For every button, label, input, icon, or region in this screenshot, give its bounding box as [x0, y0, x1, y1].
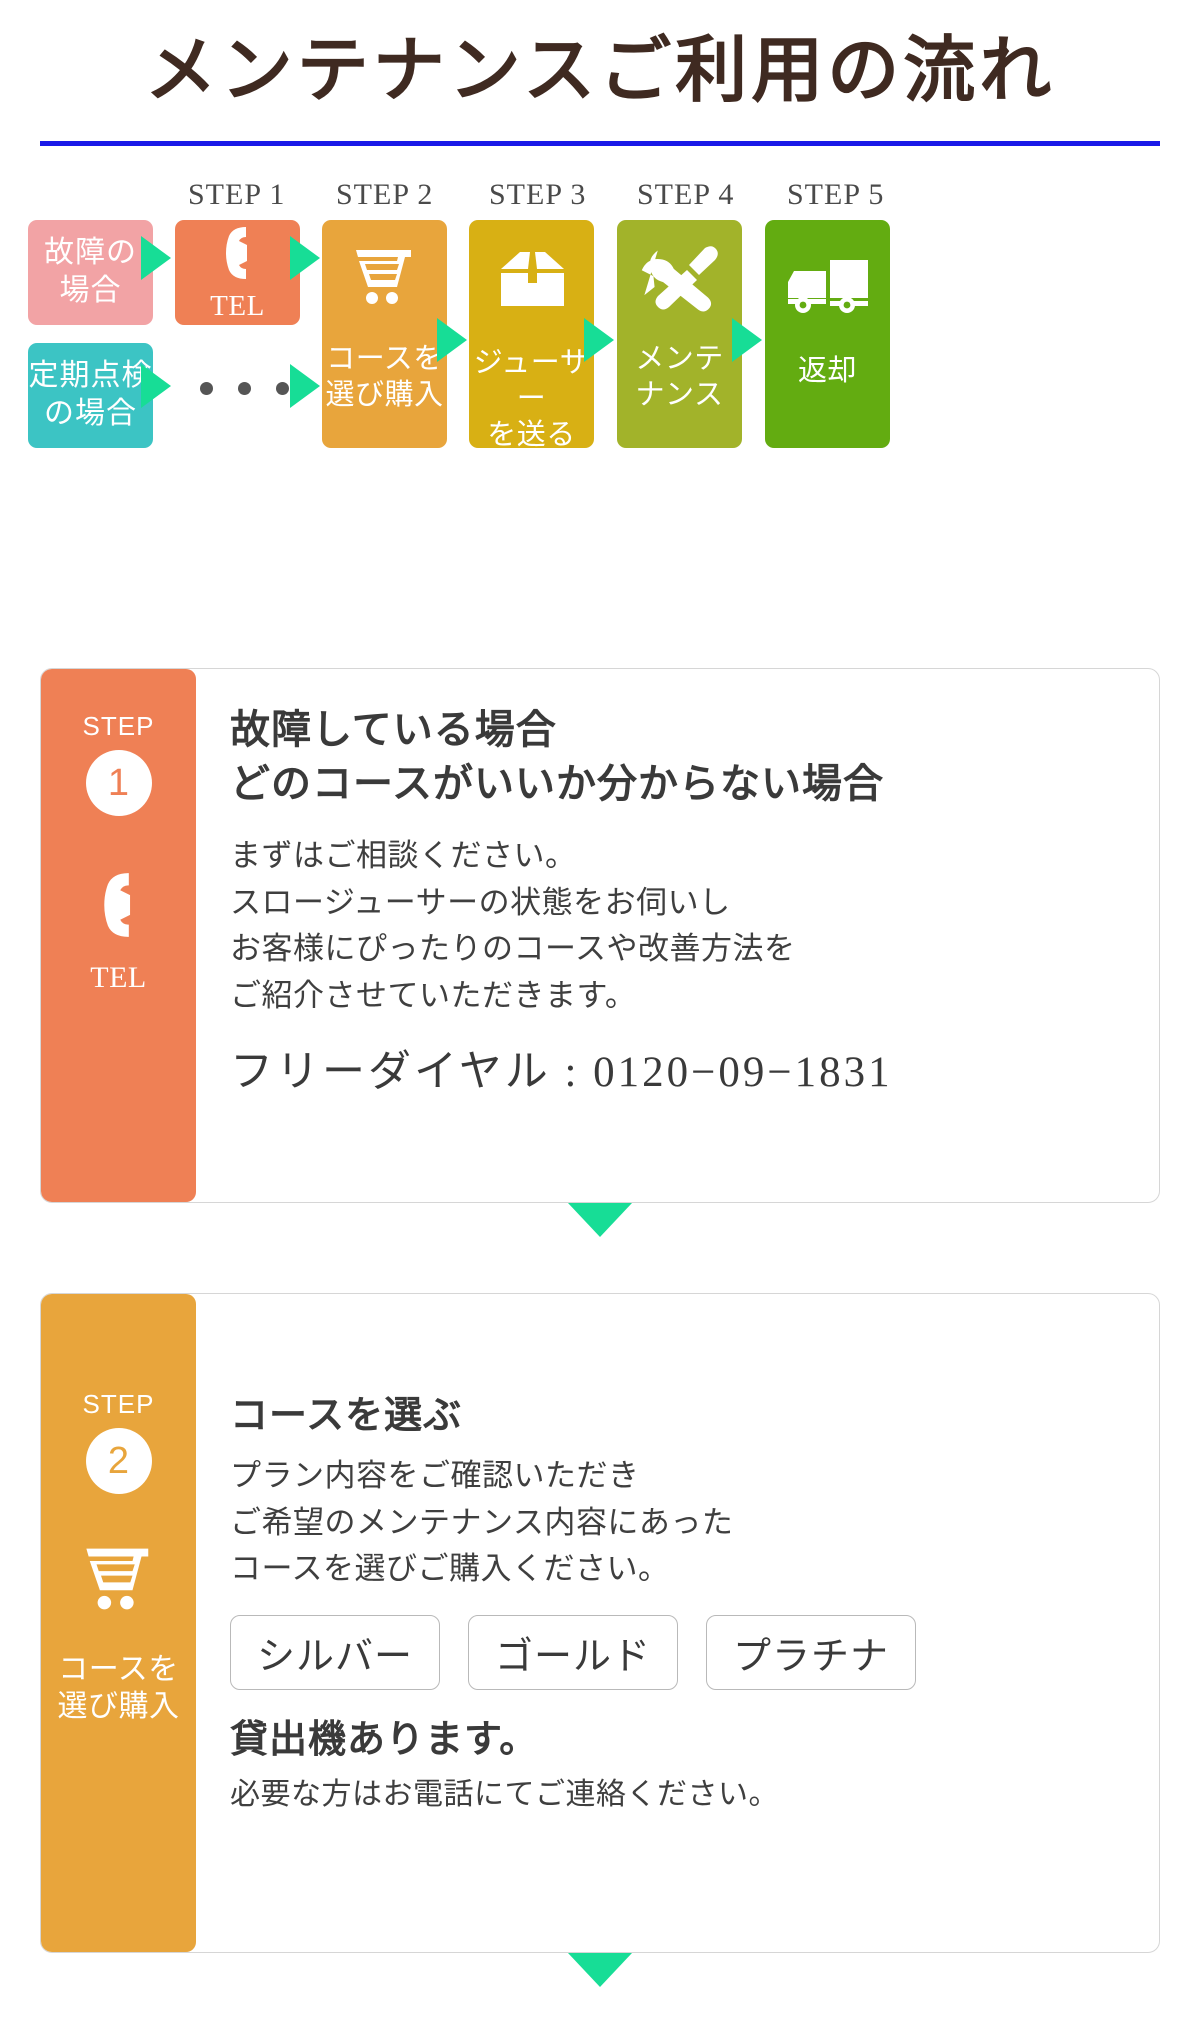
step-number-2: 2	[85, 1428, 152, 1494]
step-card-2-body: コースを選ぶ プラン内容をご確認いただき ご希望のメンテナンス内容にあった コー…	[196, 1294, 1159, 1952]
step-caption-1: TEL	[90, 961, 147, 994]
arrow-step3-to-step4	[584, 317, 614, 362]
arrow-step2-to-step3	[437, 317, 467, 362]
step-number-1: 1	[85, 750, 152, 816]
arrow-dots-to-step2	[290, 363, 320, 408]
rental-heading: 貸出機あります。	[230, 1718, 539, 1761]
condition-tile-breakdown[interactable]: 故障の 場合	[28, 219, 153, 325]
condition-label-breakdown: 故障の 場合	[44, 235, 137, 308]
flow-tile-step1[interactable]: TEL	[175, 219, 300, 325]
condition-tile-inspection[interactable]: 定期点検 の場合	[28, 342, 153, 448]
step-word-2: STEP	[82, 1389, 155, 1419]
step-card-2-text: プラン内容をご確認いただき ご希望のメンテナンス内容にあった コースを選びご購入…	[230, 1458, 734, 1586]
step-word-1: STEP	[82, 711, 155, 741]
step-card-2: STEP 2 コースを 選び購入 コースを選ぶ プラン内容をご確認いただき ご希…	[40, 1293, 1160, 1953]
flow-tile-step3[interactable]: ジューサー を送る	[469, 219, 594, 451]
arrow-inspection-to-dots	[141, 363, 171, 408]
arrow-step4-to-step5	[732, 317, 762, 362]
step-header-4: STEP 4	[637, 177, 735, 211]
freedial-number[interactable]: フリーダイヤル : 0120−09−1831	[230, 1037, 1129, 1099]
path-dot-3	[276, 381, 289, 395]
arrow-breakdown-to-step1	[141, 235, 171, 280]
flow-label-step4: メンテ ナンス	[635, 342, 724, 412]
path-dot-2	[238, 381, 251, 395]
phone-icon	[216, 224, 260, 287]
step-header-5: STEP 5	[787, 177, 885, 211]
down-arrow-2	[568, 1953, 632, 1987]
step-card-1-heading: 故障している場合 どのコースがいいか分からない場合	[230, 707, 884, 806]
flow-tile-step4[interactable]: メンテ ナンス	[617, 219, 742, 448]
phone-icon	[92, 868, 146, 942]
step-header-2: STEP 2	[336, 177, 434, 211]
flow-tile-step2[interactable]: コースを 選び購入	[322, 219, 447, 448]
flow-label-step5: 返却	[797, 354, 857, 387]
path-dot-1	[200, 381, 213, 395]
page-title: メンテナンスご利用の流れ	[144, 31, 1056, 111]
step-card-1-text: まずはご相談ください。 スロージューサーの状態をお伺いし お客様にぴったりのコー…	[230, 838, 796, 1013]
box-icon	[498, 250, 566, 315]
flow-label-step1: TEL	[210, 289, 265, 322]
arrow-step1-to-step2	[290, 235, 320, 280]
tools-icon	[641, 242, 719, 319]
course-button-silver[interactable]: シルバー	[230, 1614, 441, 1690]
step-card-2-heading: コースを選ぶ	[230, 1395, 463, 1437]
flow-label-step2: コースを 選び購入	[325, 342, 444, 412]
flow-tile-step5[interactable]: 返却	[765, 219, 890, 448]
condition-label-inspection: 定期点検 の場合	[28, 358, 153, 431]
step-card-1-sidebar: STEP 1 TEL	[41, 669, 196, 1202]
step-caption-2: コースを 選び購入	[57, 1653, 180, 1723]
course-options: シルバー ゴールド プラチナ	[230, 1614, 1129, 1690]
course-button-gold[interactable]: ゴールド	[468, 1614, 679, 1690]
step-card-1-body: 故障している場合 どのコースがいいか分からない場合 まずはご相談ください。 スロ…	[196, 669, 1159, 1202]
cart-icon	[353, 248, 417, 311]
flow-diagram: STEP 1 STEP 2 STEP 3 STEP 4 STEP 5 故障の 場…	[0, 168, 1200, 498]
step-header-3: STEP 3	[489, 177, 587, 211]
step-card-1: STEP 1 TEL 故障している場合 どのコースがいいか分からない場合 まずは…	[40, 668, 1160, 1203]
cart-icon	[83, 1546, 155, 1612]
truck-icon	[786, 258, 870, 319]
step-header-1: STEP 1	[188, 177, 286, 211]
step-card-2-sidebar: STEP 2 コースを 選び購入	[41, 1294, 196, 1952]
rental-text: 必要な方はお電話にてご連絡ください。	[230, 1777, 779, 1811]
down-arrow-1	[568, 1203, 632, 1237]
course-button-platinum[interactable]: プラチナ	[706, 1614, 917, 1690]
title-divider	[40, 140, 1160, 146]
flow-label-step3: ジューサー を送る	[473, 346, 590, 452]
